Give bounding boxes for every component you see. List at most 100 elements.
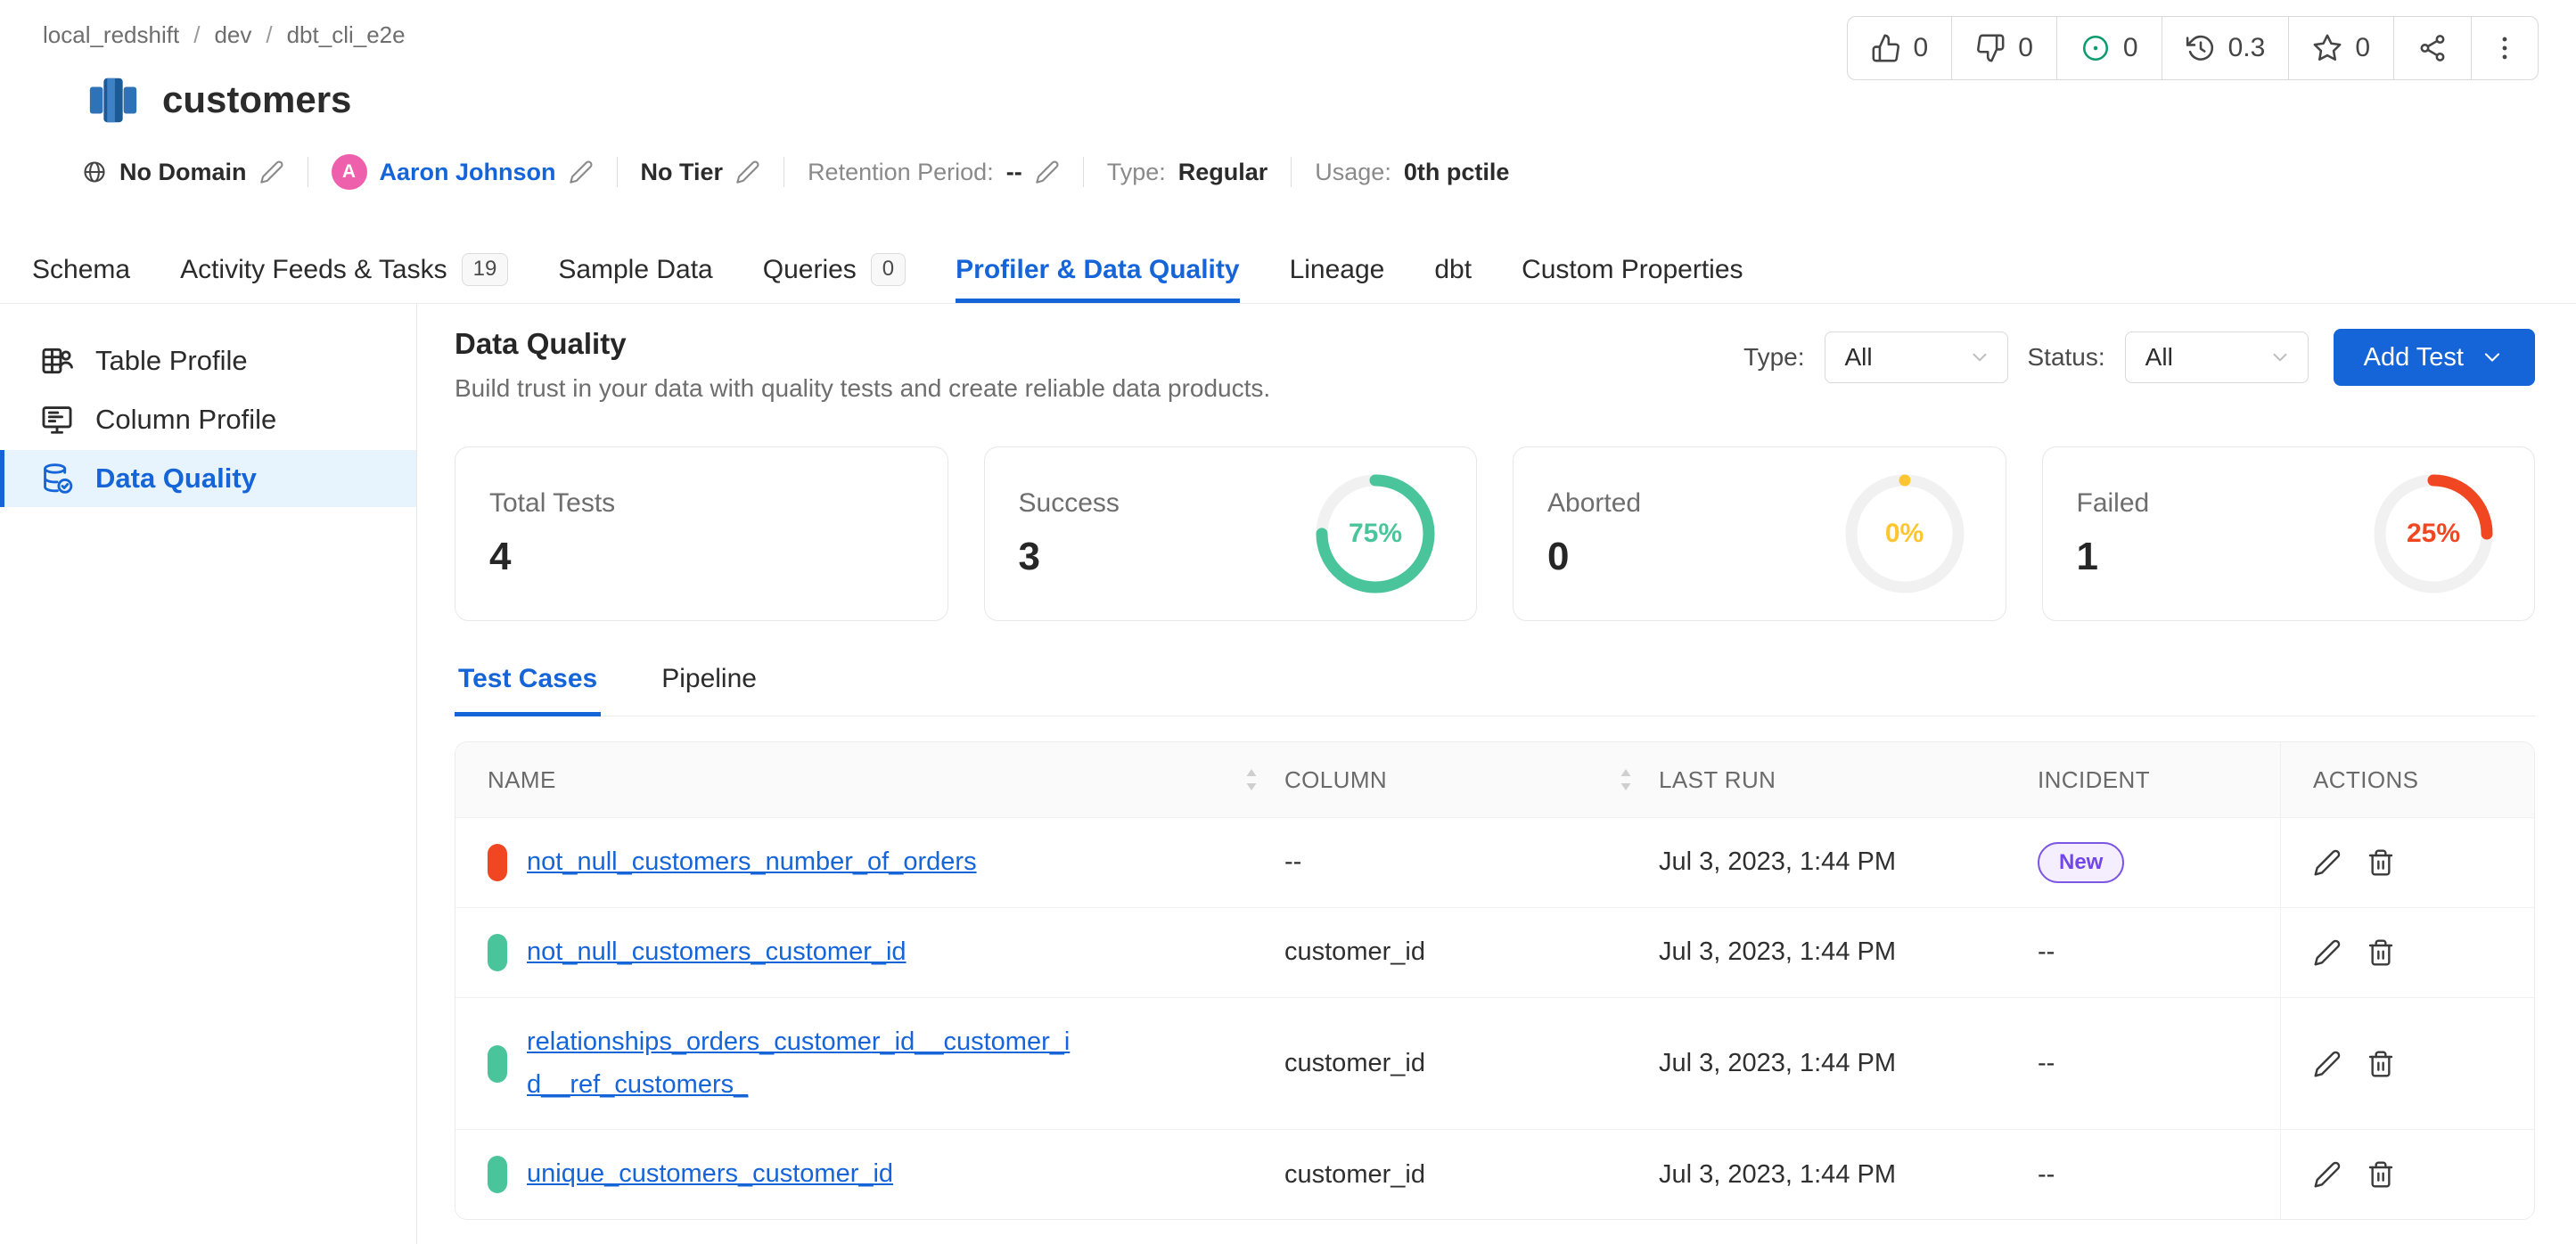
- status-filter-value: All: [2145, 343, 2173, 372]
- task-icon: [2080, 33, 2111, 63]
- tab-custom-properties[interactable]: Custom Properties: [1522, 236, 1743, 303]
- owner-meta: A Aaron Johnson: [332, 154, 594, 190]
- chevron-down-icon: [2480, 345, 2505, 370]
- data-quality-icon: [40, 462, 74, 495]
- tab-lineage[interactable]: Lineage: [1290, 236, 1385, 303]
- card-label: Aborted: [1547, 488, 1641, 519]
- edit-test-icon[interactable]: [2313, 938, 2342, 967]
- column-header-column[interactable]: COLUMN: [1284, 742, 1659, 817]
- table-profile-icon: [40, 344, 74, 378]
- success-tests-card: Success 3 75%: [984, 446, 1478, 621]
- test-case-link[interactable]: relationships_orders_customer_id__custom…: [527, 1021, 1079, 1107]
- test-cases-table: NAME COLUMN LAST RUN INCIDENT ACTIONS no…: [455, 741, 2535, 1220]
- sort-icon[interactable]: [1618, 766, 1634, 793]
- breadcrumb-database[interactable]: dev: [214, 21, 251, 49]
- type-filter-label: Type:: [1743, 343, 1804, 372]
- tab-label: Lineage: [1290, 255, 1385, 285]
- header-label: INCIDENT: [2038, 766, 2150, 794]
- downvote-button[interactable]: 0: [1952, 17, 2057, 79]
- sort-icon[interactable]: [1243, 766, 1259, 793]
- success-progress-ring: 75%: [1309, 467, 1442, 601]
- test-case-link[interactable]: not_null_customers_customer_id: [527, 931, 907, 974]
- edit-retention-icon[interactable]: [1035, 160, 1060, 184]
- incident-status-badge[interactable]: New: [2038, 842, 2124, 883]
- test-column-value: --: [1284, 824, 1659, 900]
- type-label: Type:: [1107, 159, 1166, 186]
- filters-row: Type: All Status: All Add Test: [1743, 329, 2535, 386]
- breadcrumb-separator: /: [193, 21, 200, 49]
- more-options-button[interactable]: [2472, 17, 2538, 79]
- tab-activity-feeds[interactable]: Activity Feeds & Tasks 19: [180, 236, 508, 303]
- status-filter-label: Status:: [2028, 343, 2105, 372]
- type-value: Regular: [1178, 159, 1268, 186]
- redshift-service-icon: [86, 72, 141, 127]
- table-row: not_null_customers_customer_id customer_…: [455, 907, 2534, 997]
- tests-subtabs: Test Cases Pipeline: [455, 664, 2535, 716]
- thumbs-up-icon: [1871, 33, 1901, 63]
- table-row: unique_customers_customer_id customer_id…: [455, 1129, 2534, 1219]
- tab-label: Sample Data: [558, 255, 712, 285]
- tab-dbt[interactable]: dbt: [1434, 236, 1472, 303]
- edit-tier-icon[interactable]: [735, 160, 760, 184]
- test-status-indicator-success: [488, 934, 507, 971]
- edit-test-icon[interactable]: [2313, 1050, 2342, 1078]
- delete-test-icon[interactable]: [2367, 1160, 2395, 1189]
- test-case-link[interactable]: unique_customers_customer_id: [527, 1153, 893, 1196]
- meta-divider: [1083, 157, 1084, 187]
- test-case-link[interactable]: not_null_customers_number_of_orders: [527, 841, 977, 884]
- edit-owner-icon[interactable]: [569, 160, 594, 184]
- usage-label: Usage:: [1315, 159, 1391, 186]
- status-filter-select[interactable]: All: [2125, 331, 2309, 383]
- retention-meta: Retention Period: --: [808, 159, 1060, 186]
- star-icon: [2312, 33, 2342, 63]
- tab-sample-data[interactable]: Sample Data: [558, 236, 712, 303]
- edit-test-icon[interactable]: [2313, 848, 2342, 877]
- meta-divider: [783, 157, 784, 187]
- edit-domain-icon[interactable]: [259, 160, 284, 184]
- column-header-name[interactable]: NAME: [455, 742, 1284, 817]
- success-percent: 75%: [1309, 467, 1442, 601]
- kebab-menu-icon: [2490, 33, 2520, 63]
- column-header-incident: INCIDENT: [2038, 742, 2280, 817]
- type-filter-value: All: [1845, 343, 1873, 372]
- card-label: Success: [1019, 488, 1120, 519]
- card-value: 0: [1547, 535, 1641, 579]
- meta-divider: [617, 157, 618, 187]
- tab-profiler-data-quality[interactable]: Profiler & Data Quality: [956, 236, 1239, 303]
- sidebar-item-table-profile[interactable]: Table Profile: [0, 332, 416, 389]
- star-button[interactable]: 0: [2289, 17, 2394, 79]
- tab-label: Activity Feeds & Tasks: [180, 255, 447, 285]
- version-button[interactable]: 0.3: [2162, 17, 2290, 79]
- failed-percent: 25%: [2367, 467, 2500, 601]
- delete-test-icon[interactable]: [2367, 1050, 2395, 1078]
- tab-queries[interactable]: Queries 0: [763, 236, 906, 303]
- breadcrumb-schema[interactable]: dbt_cli_e2e: [287, 21, 406, 49]
- tab-label: Profiler & Data Quality: [956, 255, 1239, 285]
- tab-test-cases[interactable]: Test Cases: [455, 664, 601, 716]
- column-header-last-run: LAST RUN: [1659, 742, 2038, 817]
- version-number: 0.3: [2228, 33, 2266, 63]
- sidebar-item-column-profile[interactable]: Column Profile: [0, 391, 416, 448]
- data-quality-panel: Data Quality Build trust in your data wi…: [417, 304, 2576, 1244]
- edit-test-icon[interactable]: [2313, 1160, 2342, 1189]
- owner-link[interactable]: Aaron Johnson: [380, 159, 556, 186]
- breadcrumb-service[interactable]: local_redshift: [43, 21, 179, 49]
- tab-schema[interactable]: Schema: [32, 236, 130, 303]
- chevron-down-icon: [2268, 346, 2292, 369]
- share-button[interactable]: [2394, 17, 2472, 79]
- tab-label: Custom Properties: [1522, 255, 1743, 285]
- delete-test-icon[interactable]: [2367, 848, 2395, 877]
- globe-icon: [82, 160, 107, 184]
- sidebar-item-data-quality[interactable]: Data Quality: [0, 450, 416, 507]
- tab-pipeline[interactable]: Pipeline: [658, 664, 760, 716]
- tab-label: Queries: [763, 255, 857, 285]
- share-icon: [2417, 33, 2448, 63]
- header-label: NAME: [488, 766, 556, 794]
- open-tasks-button[interactable]: 0: [2057, 17, 2162, 79]
- delete-test-icon[interactable]: [2367, 938, 2395, 967]
- upvote-button[interactable]: 0: [1848, 17, 1953, 79]
- card-value: 4: [489, 535, 615, 579]
- type-filter-select[interactable]: All: [1825, 331, 2008, 383]
- add-test-button[interactable]: Add Test: [2334, 329, 2535, 386]
- tier-meta: No Tier: [641, 159, 761, 186]
